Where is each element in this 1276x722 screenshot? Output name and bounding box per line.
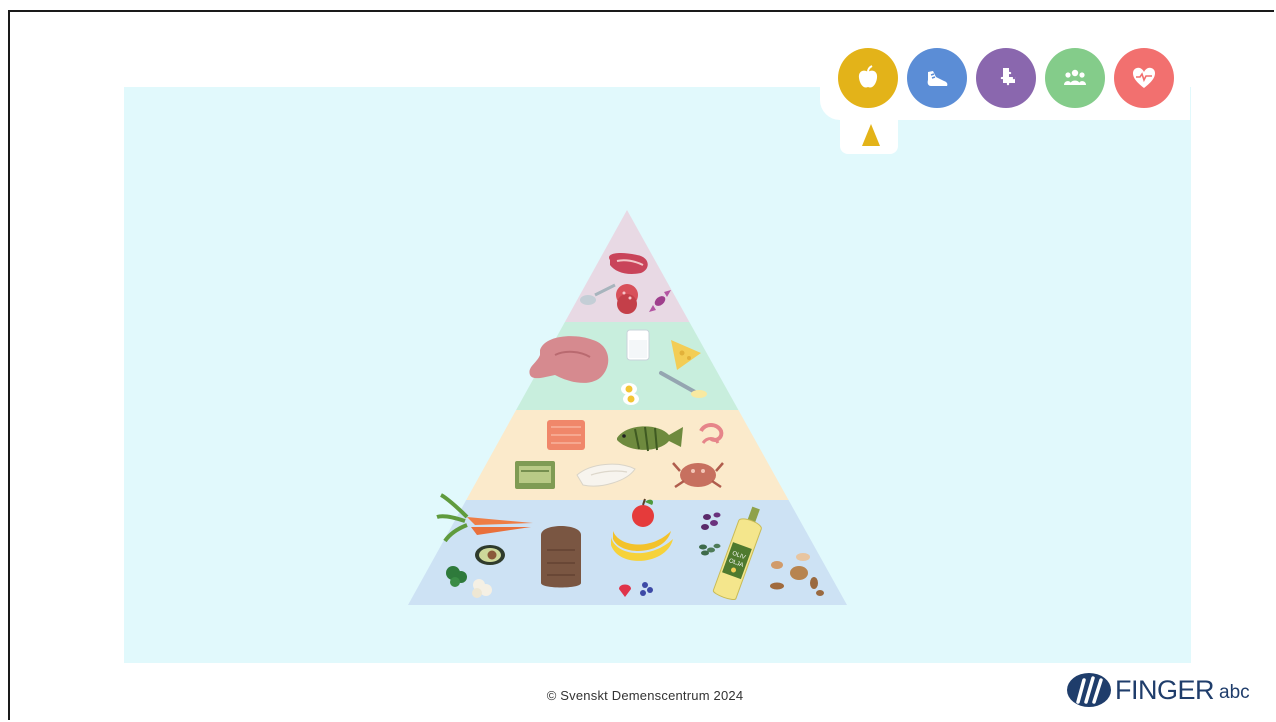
puzzle-icon bbox=[1000, 68, 1016, 86]
salami-icon bbox=[616, 284, 638, 314]
category-cognition-button[interactable] bbox=[976, 48, 1036, 108]
salmon-icon bbox=[547, 420, 585, 450]
category-exercise-button[interactable] bbox=[907, 48, 967, 108]
group-icon bbox=[1064, 69, 1086, 85]
food-pyramid: OLIV OLJA bbox=[408, 210, 847, 605]
avocado-icon bbox=[475, 545, 505, 565]
sneaker-icon bbox=[927, 71, 948, 86]
poultry-icon bbox=[529, 336, 609, 383]
brand-name: FINGER bbox=[1115, 674, 1215, 705]
active-indicator-arrow bbox=[862, 124, 880, 146]
brand-sub: abc bbox=[1219, 682, 1250, 703]
category-diet-button[interactable] bbox=[838, 48, 898, 108]
category-social-button[interactable] bbox=[1045, 48, 1105, 108]
finger-abc-logo: FINGER abc bbox=[1066, 672, 1250, 708]
heart-pulse-icon bbox=[1133, 67, 1155, 88]
category-nav bbox=[838, 48, 1174, 108]
terrine-icon bbox=[515, 461, 555, 489]
pyramid-level-lower-middle bbox=[408, 410, 847, 500]
category-heart-health-button[interactable] bbox=[1114, 48, 1174, 108]
apple-icon bbox=[858, 65, 878, 88]
milk-glass-icon bbox=[626, 329, 650, 361]
rye-bread-icon bbox=[541, 526, 581, 588]
finger-logo-icon bbox=[1067, 673, 1111, 707]
